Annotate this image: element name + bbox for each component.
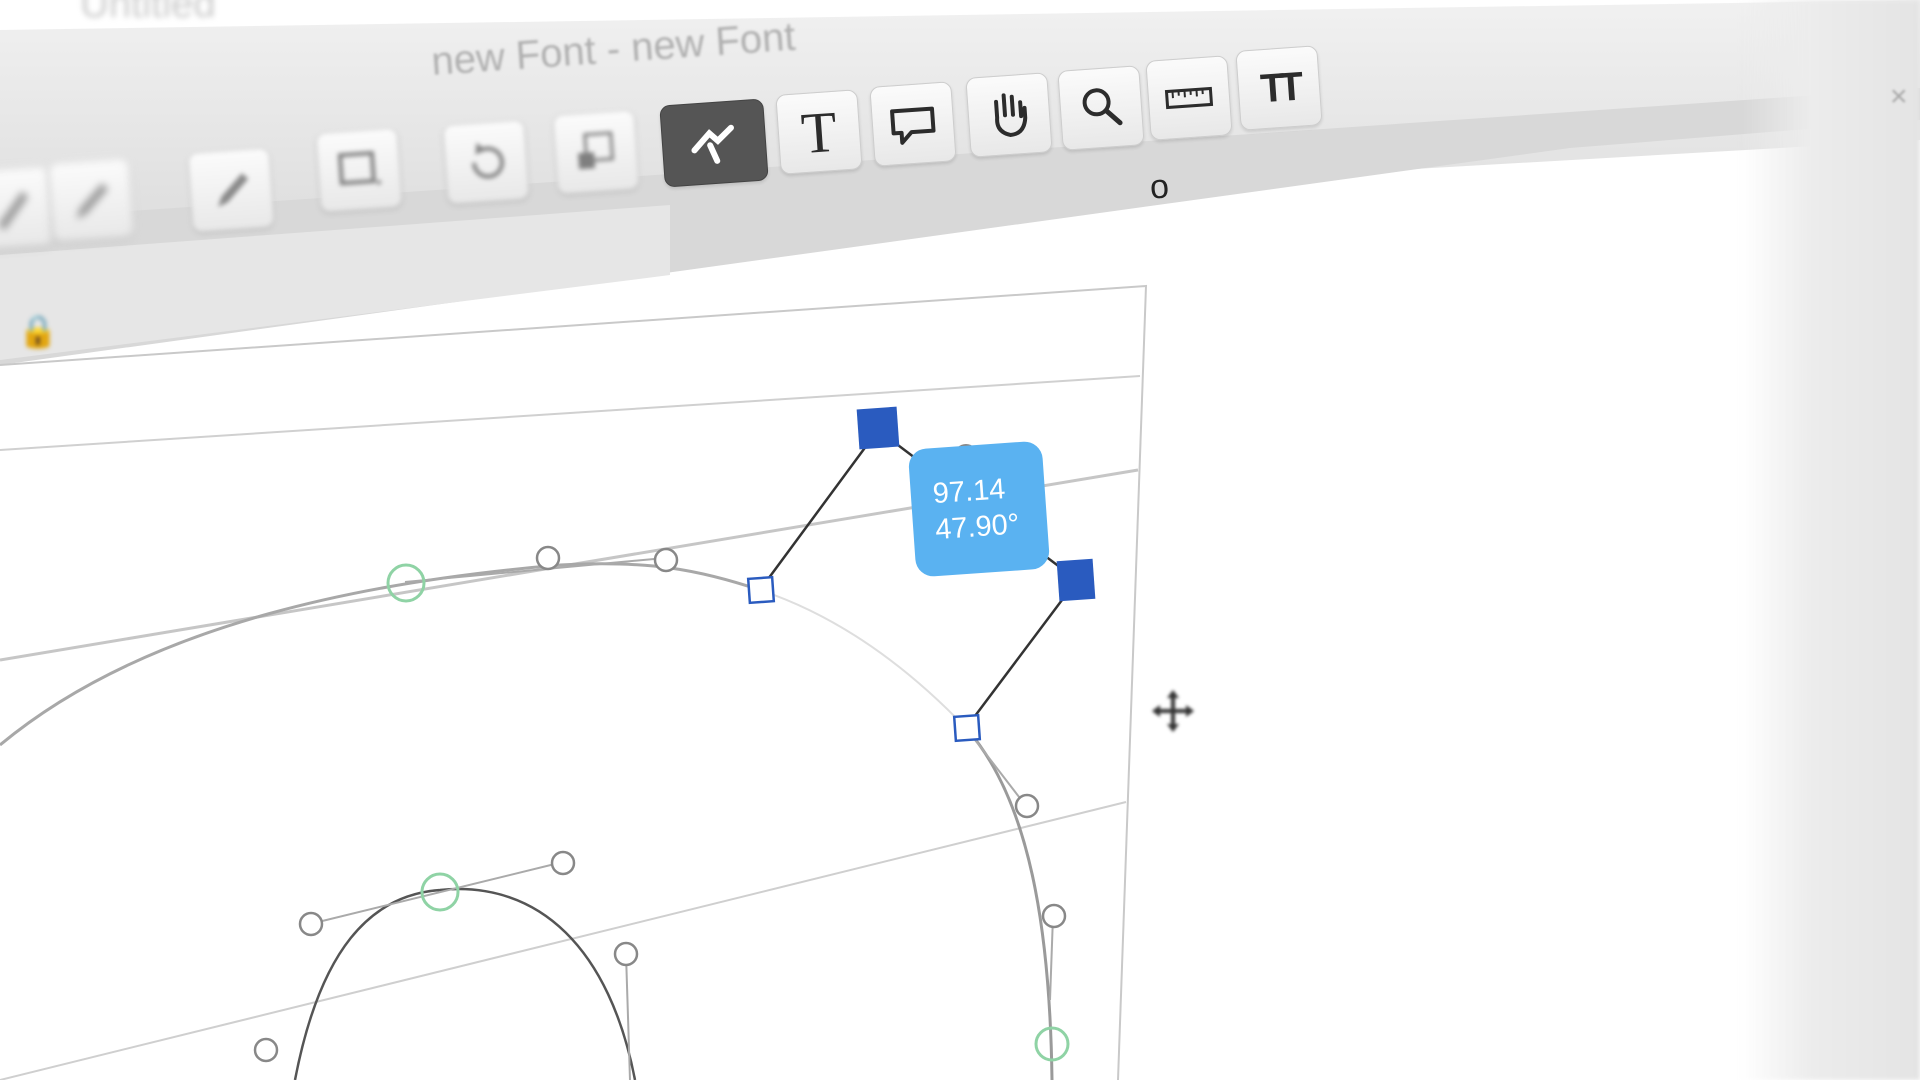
smooth-points[interactable] xyxy=(386,563,1070,1062)
handle-point xyxy=(535,545,561,571)
inspector-panel[interactable] xyxy=(1740,0,1920,1080)
metric-line xyxy=(0,375,1141,451)
handle-point xyxy=(1014,793,1040,819)
knife-anchor[interactable] xyxy=(856,406,900,450)
metric-line xyxy=(0,801,1127,1080)
handle-point xyxy=(298,911,324,937)
measurement-label: 97.14 47.90° xyxy=(907,440,1051,578)
intersection-point[interactable] xyxy=(952,713,982,743)
glyph-outer-contour-faded xyxy=(759,589,967,729)
knife-anchor[interactable] xyxy=(1056,558,1096,602)
close-icon[interactable]: × xyxy=(1890,80,1908,114)
handle-point xyxy=(653,547,679,573)
move-cursor-icon xyxy=(1152,690,1194,732)
glyph-outer-contour xyxy=(0,562,761,747)
handle-point xyxy=(253,1037,279,1063)
glyph-frame-border xyxy=(0,284,1148,1080)
handle-point xyxy=(550,850,576,876)
handle-lines xyxy=(309,557,1054,1080)
glyph-inner-contour xyxy=(293,887,637,1080)
measurement-angle: 47.90° xyxy=(934,508,1021,547)
glyph-outer-contour-right xyxy=(964,727,1054,1080)
handle-points[interactable] xyxy=(253,545,1067,1063)
handle-point xyxy=(1041,903,1067,929)
handle-point xyxy=(613,941,639,967)
intersection-point[interactable] xyxy=(746,575,776,605)
